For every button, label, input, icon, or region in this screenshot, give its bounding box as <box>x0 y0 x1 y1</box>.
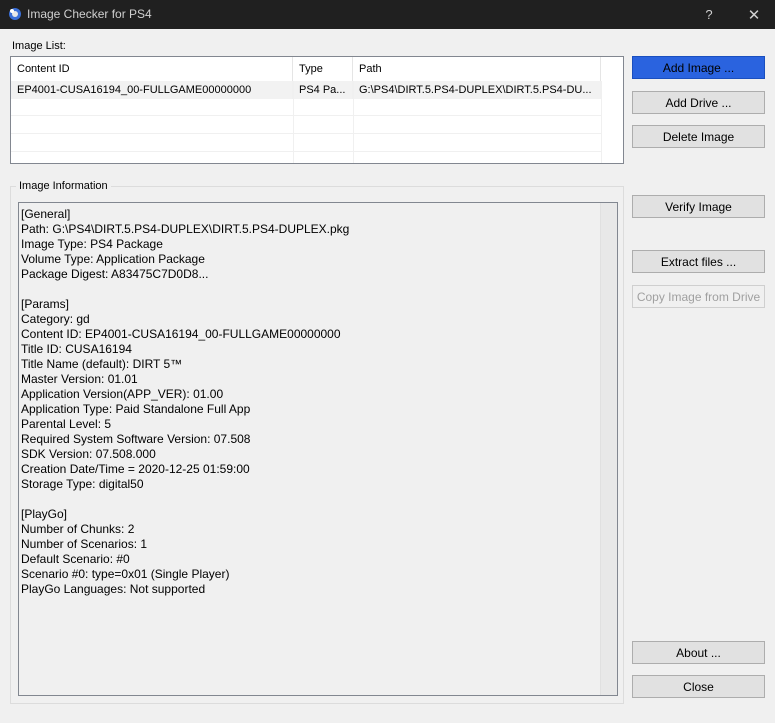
info-line: Image Type: PS4 Package <box>21 237 163 251</box>
cell-type: PS4 Pa... <box>293 81 353 99</box>
window-title: Image Checker for PS4 <box>27 7 152 21</box>
column-divider <box>353 81 354 163</box>
app-icon <box>9 8 21 20</box>
info-line: Master Version: 01.01 <box>21 372 138 386</box>
info-line: Storage Type: digital50 <box>21 477 144 491</box>
title-bar: Image Checker for PS4 ? ✕ <box>0 0 775 29</box>
info-line: Category: gd <box>21 312 90 326</box>
info-line: Required System Software Version: 07.508 <box>21 432 251 446</box>
info-line: Title ID: CUSA16194 <box>21 342 132 356</box>
image-information-label: Image Information <box>16 180 111 192</box>
copy-image-from-drive-button[interactable]: Copy Image from Drive <box>632 285 765 308</box>
row-divider <box>11 115 601 116</box>
info-text-lines: [General] Path: G:\PS4\DIRT.5.PS4-DUPLEX\… <box>21 207 349 597</box>
help-button[interactable]: ? <box>686 0 732 29</box>
info-line <box>21 492 349 507</box>
info-line: Default Scenario: #0 <box>21 552 130 566</box>
column-header-content-id[interactable]: Content ID <box>11 57 293 81</box>
row-divider <box>11 133 601 134</box>
column-header-type[interactable]: Type <box>293 57 353 81</box>
info-line: Volume Type: Application Package <box>21 252 205 266</box>
cell-content-id: EP4001-CUSA16194_00-FULLGAME00000000 <box>11 81 293 99</box>
table-row[interactable]: EP4001-CUSA16194_00-FULLGAME00000000 PS4… <box>11 81 601 99</box>
info-line: Creation Date/Time = 2020-12-25 01:59:00 <box>21 462 250 476</box>
info-line: PlayGo Languages: Not supported <box>21 582 206 596</box>
info-line: Application Type: Paid Standalone Full A… <box>21 402 251 416</box>
row-divider <box>11 151 601 152</box>
info-line: Number of Chunks: 2 <box>21 522 135 536</box>
info-line: Content ID: EP4001-CUSA16194_00-FULLGAME… <box>21 327 341 341</box>
close-window-button[interactable]: ✕ <box>731 0 775 29</box>
close-button[interactable]: Close <box>632 675 765 698</box>
about-button[interactable]: About ... <box>632 641 765 664</box>
info-line <box>21 282 349 297</box>
image-information-text[interactable]: [General] Path: G:\PS4\DIRT.5.PS4-DUPLEX\… <box>18 202 618 696</box>
info-line: [General] <box>21 207 71 221</box>
image-list-label: Image List: <box>12 40 66 52</box>
column-header-path[interactable]: Path <box>353 57 601 81</box>
delete-image-button[interactable]: Delete Image <box>632 125 765 148</box>
info-line: Application Version(APP_VER): 01.00 <box>21 387 224 401</box>
info-line: Path: G:\PS4\DIRT.5.PS4-DUPLEX\DIRT.5.PS… <box>21 222 350 236</box>
info-line: Title Name (default): DIRT 5™ <box>21 357 183 371</box>
column-divider <box>293 81 294 163</box>
verify-image-button[interactable]: Verify Image <box>632 195 765 218</box>
add-drive-button[interactable]: Add Drive ... <box>632 91 765 114</box>
column-divider <box>601 81 602 163</box>
image-list-header: Content ID Type Path <box>11 57 601 82</box>
info-line: [Params] <box>21 297 70 311</box>
extract-files-button[interactable]: Extract files ... <box>632 250 765 273</box>
vertical-scrollbar[interactable] <box>600 203 617 695</box>
info-line: Scenario #0: type=0x01 (Single Player) <box>21 567 230 581</box>
info-line: Parental Level: 5 <box>21 417 112 431</box>
add-image-button[interactable]: Add Image ... <box>632 56 765 79</box>
info-line: Package Digest: A83475C7D0D8... <box>21 267 209 281</box>
cell-path: G:\PS4\DIRT.5.PS4-DUPLEX\DIRT.5.PS4-DU..… <box>353 81 601 99</box>
image-list[interactable]: Content ID Type Path EP4001-CUSA16194_00… <box>10 56 624 164</box>
info-line: SDK Version: 07.508.000 <box>21 447 156 461</box>
info-line: [PlayGo] <box>21 507 68 521</box>
info-line: Number of Scenarios: 1 <box>21 537 148 551</box>
